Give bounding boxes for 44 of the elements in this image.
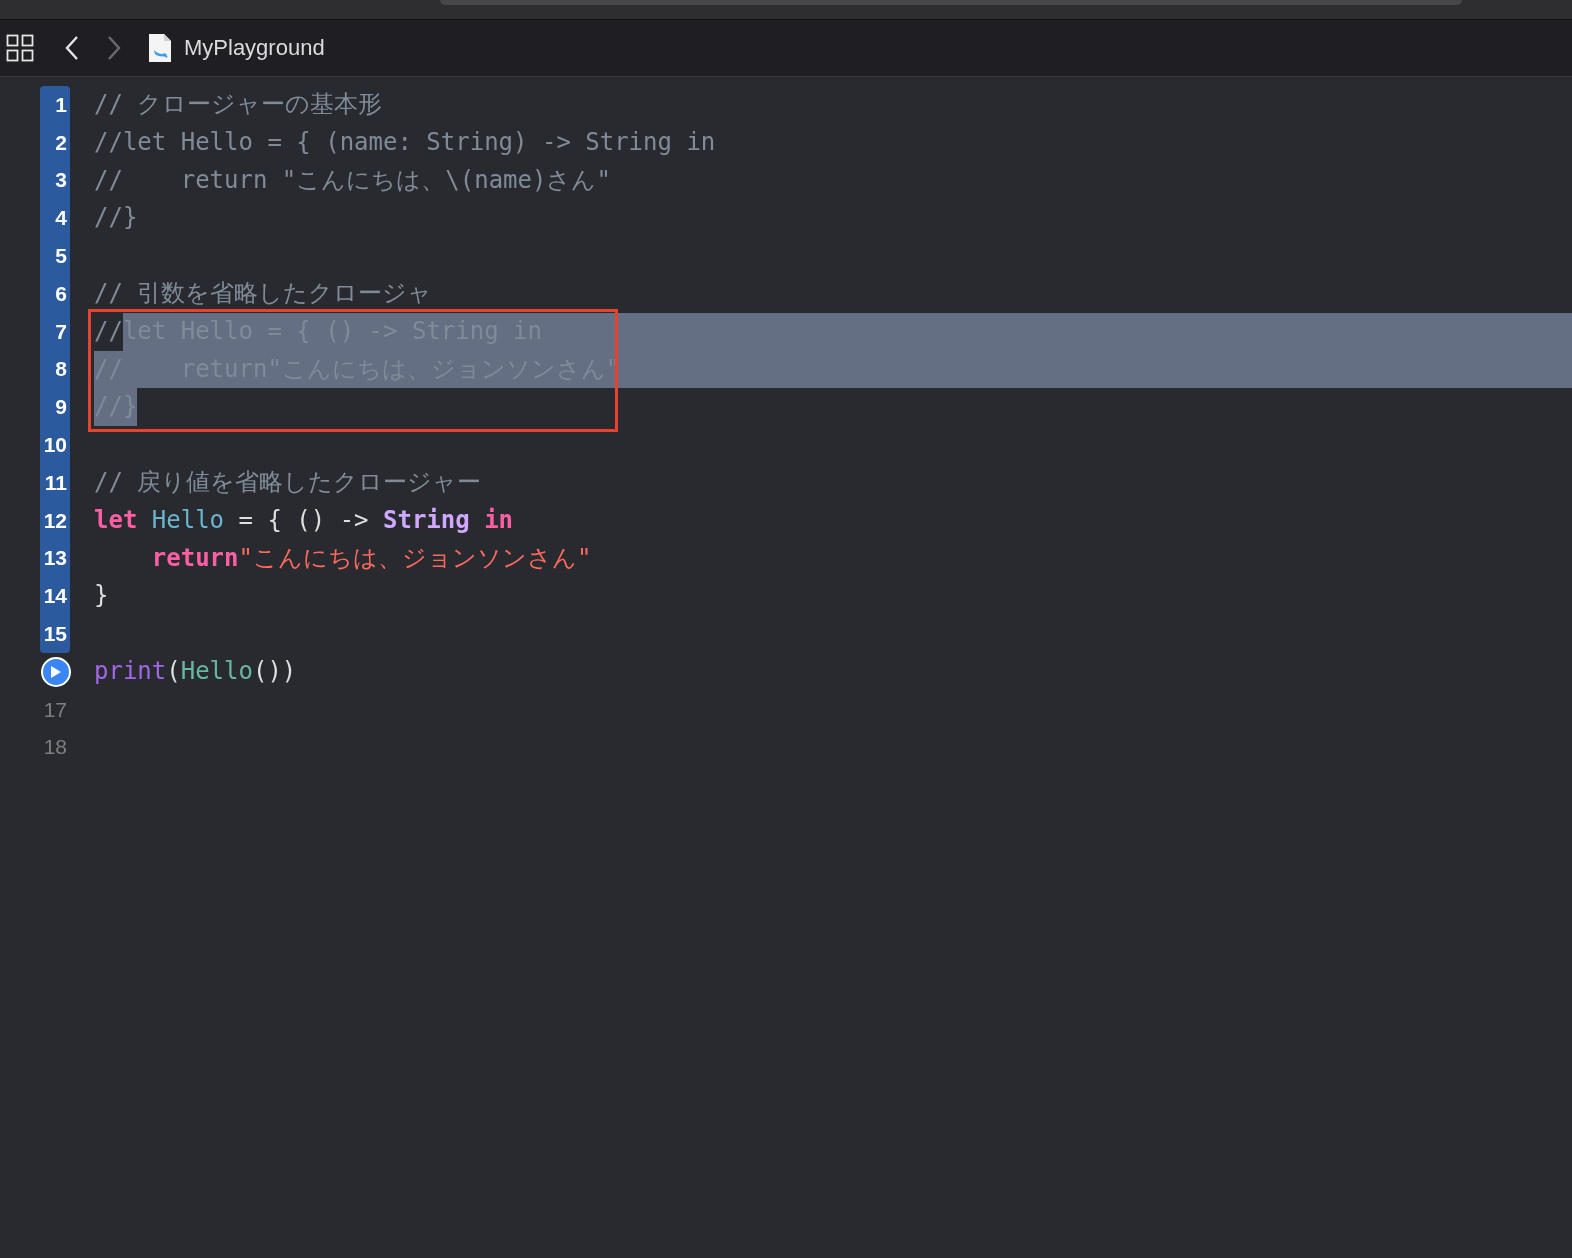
line-number: 14 <box>43 584 68 609</box>
line-number: 15 <box>43 622 68 647</box>
code-text: ()) <box>252 655 297 687</box>
line-number: 10 <box>43 433 68 458</box>
line-number: 12 <box>43 508 68 533</box>
line-number: 13 <box>43 546 68 571</box>
line-number: 7 <box>55 319 68 344</box>
code-function: print <box>94 655 167 687</box>
code-keyword: let <box>94 504 138 536</box>
line-number: 2 <box>55 130 68 155</box>
code-identifier: Hello <box>180 655 253 687</box>
code-string: "こんにちは、ジョンソンさん" <box>238 542 592 574</box>
code-comment: //let Hello = { (name: String) -> String in <box>94 126 716 158</box>
run-button[interactable] <box>41 656 71 687</box>
code-comment: // クロージャーの基本形 <box>94 89 383 120</box>
line-number: 1 <box>55 92 68 117</box>
forward-chevron-icon[interactable] <box>106 35 122 61</box>
code-comment: // return "こんにちは、\(name)さん" <box>94 164 611 196</box>
line-number: 5 <box>55 244 68 269</box>
code-text: = { () -> <box>238 504 369 536</box>
line-number: 4 <box>55 206 68 231</box>
code-type: String <box>383 504 470 536</box>
code-keyword: in <box>484 504 514 536</box>
line-number: 9 <box>55 395 68 420</box>
code-keyword: return <box>151 542 239 574</box>
code-comment: //} <box>94 388 138 427</box>
line-number: 17 <box>43 697 68 722</box>
line-number: 6 <box>55 281 68 306</box>
code-comment: //} <box>94 202 138 234</box>
line-number: 18 <box>43 735 68 760</box>
code-comment: // 戻り値を省略したクロージャー <box>94 466 482 498</box>
line-number: 8 <box>55 357 68 382</box>
code-comment: // <box>94 315 123 347</box>
swift-file-icon <box>148 33 172 63</box>
code-text: } <box>94 580 109 612</box>
code-comment: // 引数を省略したクロージャ <box>94 278 433 309</box>
code-identifier: Hello <box>151 504 225 536</box>
file-title: MyPlayground <box>184 35 325 61</box>
line-number: 11 <box>44 470 68 495</box>
grid-icon[interactable] <box>6 34 34 62</box>
code-text: ( <box>166 655 181 687</box>
back-chevron-icon[interactable] <box>64 35 80 61</box>
line-number: 3 <box>55 168 68 193</box>
play-icon <box>50 664 62 679</box>
